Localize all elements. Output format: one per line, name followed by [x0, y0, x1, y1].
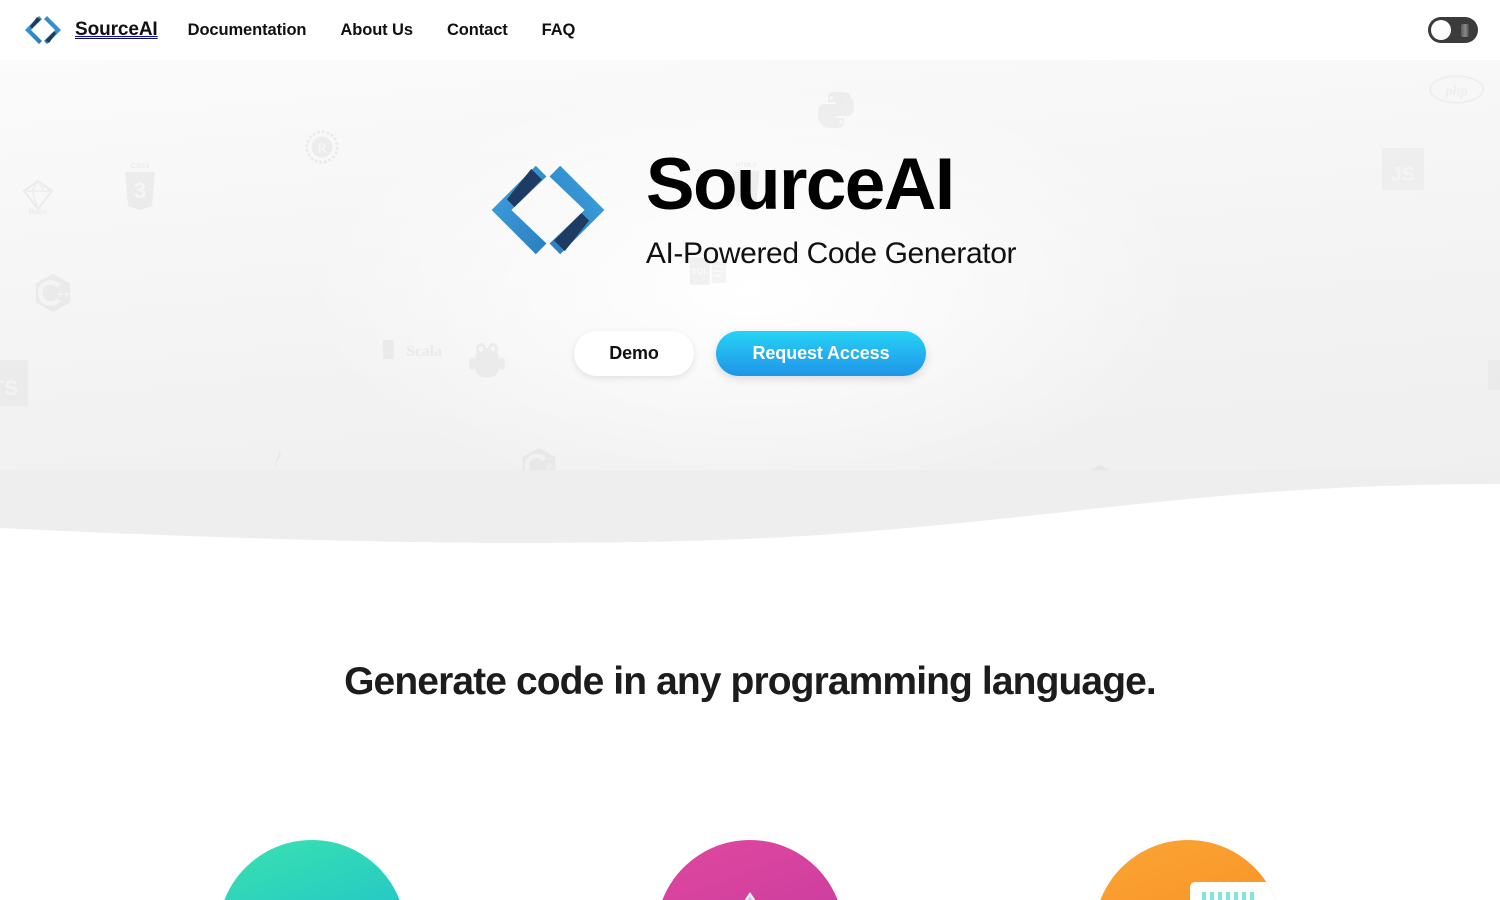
card-circle	[218, 840, 406, 900]
feature-cards	[0, 840, 1500, 900]
hero-subtitle: AI-Powered Code Generator	[645, 237, 1017, 270]
hero-section: TSRubyCSS33++RHTML55SQLScalaJava##phpJS	[0, 60, 1500, 540]
request-access-button[interactable]: Request Access	[716, 331, 926, 376]
demo-button[interactable]: Demo	[574, 331, 694, 376]
card-circle	[1094, 840, 1282, 900]
hero-title-row: SourceAI AI-Powered Code Generator	[484, 148, 1016, 271]
dark-mode-icon	[1461, 23, 1469, 37]
landing-page: SourceAI Documentation About Us Contact …	[0, 0, 1500, 900]
page-title: SourceAI	[645, 144, 955, 225]
hero-text-block: SourceAI AI-Powered Code Generator	[645, 144, 1017, 271]
server-rack-illustration-icon	[1190, 882, 1282, 900]
theme-toggle[interactable]	[1428, 17, 1478, 43]
hero-cta-buttons: Demo Request Access	[574, 331, 926, 376]
navbar-right	[1428, 17, 1478, 43]
card-circle	[656, 840, 844, 900]
card-team[interactable]	[218, 840, 406, 900]
top-navbar: SourceAI Documentation About Us Contact …	[0, 0, 1500, 60]
card-server[interactable]	[1094, 840, 1282, 900]
nav-links: Documentation About Us Contact FAQ	[188, 21, 576, 40]
nav-link-documentation[interactable]: Documentation	[188, 21, 307, 40]
wave-divider	[0, 470, 1500, 560]
brand-link[interactable]: SourceAI	[22, 13, 158, 47]
code-chevrons-logo-icon	[491, 165, 605, 254]
team-collaboration-illustration-icon	[218, 840, 406, 900]
card-rocket[interactable]	[656, 840, 844, 900]
nav-link-faq[interactable]: FAQ	[542, 21, 576, 40]
brand-name: SourceAI	[75, 19, 158, 40]
rocket-launch-illustration-icon	[744, 892, 756, 900]
nav-link-about-us[interactable]: About Us	[340, 21, 413, 40]
nav-link-contact[interactable]: Contact	[447, 21, 508, 40]
features-heading: Generate code in any programming languag…	[344, 660, 1157, 703]
toggle-knob-icon	[1431, 20, 1451, 40]
code-chevrons-logo-icon	[25, 16, 61, 44]
hero-content: SourceAI AI-Powered Code Generator Demo …	[0, 60, 1500, 540]
